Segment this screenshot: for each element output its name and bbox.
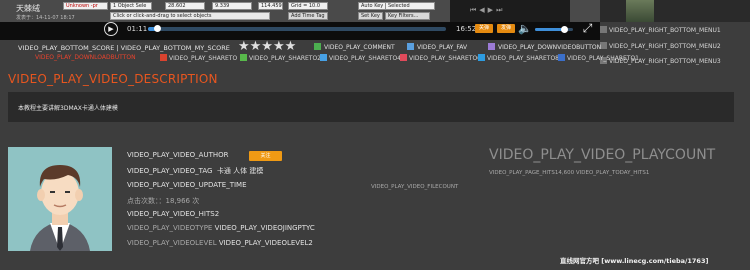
share-label: VIDEO_PLAY_SHARETO6 bbox=[409, 55, 481, 62]
author-name[interactable]: VIDEO_PLAY_VIDEO_AUTHOR bbox=[127, 151, 228, 159]
tag-values[interactable]: 卡通 人体 建模 bbox=[217, 167, 263, 175]
play-icon[interactable]: ▶ bbox=[104, 22, 118, 36]
download-course-button[interactable]: VIDEO_PLAY_DOWNLOADBUTTON bbox=[35, 54, 136, 61]
click-count: 点击次数：：18,966 次 bbox=[127, 197, 200, 205]
max-field: Grid = 10.0 bbox=[288, 2, 328, 10]
uploader-info: 天棘绒 发表于：14-11-07 18:17 bbox=[8, 3, 75, 21]
share-label: VIDEO_PLAY_SHARETO2 bbox=[249, 55, 321, 62]
max-field: 114.459 bbox=[258, 2, 283, 10]
share-icon bbox=[558, 54, 565, 61]
uploader-name[interactable]: 天棘绒 bbox=[16, 3, 40, 14]
right-menu-item[interactable]: VIDEO_PLAY_RIGHT_BOTTOM_MENU1 bbox=[600, 26, 721, 34]
share-item[interactable]: VIDEO_PLAY_SHARETO8 bbox=[478, 54, 559, 62]
progress-handle[interactable] bbox=[153, 25, 161, 32]
description-text: 本教程主要讲解3DMAX卡通人体建模 bbox=[18, 105, 118, 112]
comment-button[interactable]: VIDEO_PLAY_COMMENT bbox=[314, 43, 395, 51]
tag-row: VIDEO_PLAY_VIDEO_TAG 卡通 人体 建模 bbox=[127, 166, 263, 176]
download-icon bbox=[488, 43, 495, 50]
fav-button[interactable]: VIDEO_PLAY_FAV bbox=[407, 43, 467, 51]
max-field: 1 Object Sele bbox=[110, 2, 152, 10]
share-label: VIDEO_PLAY_SHARETO bbox=[169, 55, 238, 62]
favorite-icon bbox=[407, 43, 414, 50]
share-item[interactable]: VIDEO_PLAY_SHARETO4 bbox=[320, 54, 401, 62]
max-field: Unknown -pr bbox=[63, 2, 108, 10]
share-icon bbox=[240, 54, 247, 61]
comment-icon bbox=[314, 43, 321, 50]
right-menu-label: VIDEO_PLAY_RIGHT_BOTTOM_MENU1 bbox=[609, 27, 721, 34]
thumbnail-strip bbox=[600, 0, 750, 22]
video-level-value: VIDEO_PLAY_VIDEOLEVEL2 bbox=[218, 239, 313, 247]
max-field: 28.602 bbox=[165, 2, 205, 10]
share-label: VIDEO_PLAY_SHARETO4 bbox=[329, 55, 401, 62]
danmaku-send-button[interactable]: 发弹 bbox=[497, 24, 515, 33]
share-label: VIDEO_PLAY_SHARETO1 bbox=[567, 55, 639, 62]
video-level-row: VIDEO_PLAY_VIDEOLEVEL VIDEO_PLAY_VIDEOLE… bbox=[127, 239, 313, 247]
play-count: VIDEO_PLAY_VIDEO_PLAYCOUNT bbox=[489, 147, 716, 163]
post-date: 发表于：14-11-07 18:17 bbox=[16, 15, 75, 21]
download-video-label: VIDEO_PLAY_DOWNVIDEOBUTTON bbox=[498, 44, 602, 51]
max-field: Auto Key bbox=[358, 2, 386, 10]
file-count: VIDEO_PLAY_VIDEO_FILECOUNT bbox=[371, 184, 459, 190]
share-item[interactable]: VIDEO_PLAY_SHARETO6 bbox=[400, 54, 481, 62]
update-time: VIDEO_PLAY_VIDEO_UPDATE_TIME bbox=[127, 181, 247, 189]
max-button: Key Filters... bbox=[385, 12, 430, 20]
max-field: Selected bbox=[385, 2, 435, 10]
progress-bar[interactable] bbox=[148, 25, 446, 32]
fullscreen-icon[interactable]: ⤢ bbox=[580, 21, 595, 36]
page: 天棘绒 发表于：14-11-07 18:17 Unknown -pr 1 Obj… bbox=[0, 0, 750, 270]
thumbnail-image[interactable] bbox=[626, 0, 654, 22]
avatar-illustration bbox=[8, 147, 112, 251]
danmaku-off-button[interactable]: 关弹 bbox=[475, 24, 493, 33]
score-label: VIDEO_PLAY_BOTTOM_SCORE | VIDEO_PLAY_BOT… bbox=[18, 44, 230, 52]
share-item[interactable]: VIDEO_PLAY_SHARETO1 bbox=[558, 54, 639, 62]
video-level-label: VIDEO_PLAY_VIDEOLEVEL bbox=[127, 239, 217, 247]
video-type-value: VIDEO_PLAY_VIDEOJINGPTYC bbox=[214, 224, 315, 232]
menu-icon bbox=[600, 26, 607, 33]
share-item[interactable]: VIDEO_PLAY_SHARETO bbox=[160, 54, 237, 62]
volume-handle[interactable] bbox=[560, 26, 568, 33]
follow-button[interactable]: 关注 bbox=[249, 151, 282, 161]
video-type-label: VIDEO_PLAY_VIDEOTYPE bbox=[127, 224, 213, 232]
max-playback-icons: ⏮◀▶⏭ bbox=[470, 6, 506, 14]
total-time: 16:52 bbox=[456, 25, 477, 33]
fav-label: VIDEO_PLAY_FAV bbox=[417, 44, 468, 51]
volume-icon[interactable]: 🔈 bbox=[518, 22, 532, 36]
max-button: Add Time Tag bbox=[288, 12, 328, 20]
share-item[interactable]: VIDEO_PLAY_SHARETO2 bbox=[240, 54, 321, 62]
right-menu-item[interactable]: VIDEO_PLAY_RIGHT_BOTTOM_MENU2 bbox=[600, 42, 721, 50]
volume-fill bbox=[535, 28, 564, 31]
max-button: Set Key bbox=[358, 12, 383, 20]
current-time: 01:11 bbox=[127, 25, 148, 33]
share-icon bbox=[160, 54, 167, 61]
description-title: VIDEO_PLAY_VIDEO_DESCRIPTION bbox=[8, 72, 218, 86]
hits-row: VIDEO_PLAY_PAGE_HITS14,600 VIDEO_PLAY_TO… bbox=[489, 170, 650, 176]
max-field: 9.339 bbox=[212, 2, 252, 10]
share-icon bbox=[478, 54, 485, 61]
volume-slider[interactable] bbox=[535, 26, 573, 33]
author-avatar[interactable] bbox=[8, 147, 112, 251]
hits2: VIDEO_PLAY_VIDEO_HITS2 bbox=[127, 210, 220, 218]
watermark: 直线网官方吧 [www.linecg.com/tieba/1763] bbox=[560, 257, 709, 265]
download-video-button[interactable]: VIDEO_PLAY_DOWNVIDEOBUTTON bbox=[488, 43, 601, 51]
video-type-row: VIDEO_PLAY_VIDEOTYPE VIDEO_PLAY_VIDEOJIN… bbox=[127, 224, 315, 232]
share-icon bbox=[400, 54, 407, 61]
video-frame[interactable]: 天棘绒 发表于：14-11-07 18:17 Unknown -pr 1 Obj… bbox=[0, 0, 600, 22]
max-status-hint: Click or click-and-drag to select object… bbox=[110, 12, 270, 20]
tag-label: VIDEO_PLAY_VIDEO_TAG bbox=[127, 167, 213, 175]
share-label: VIDEO_PLAY_SHARETO8 bbox=[487, 55, 559, 62]
comment-label: VIDEO_PLAY_COMMENT bbox=[324, 44, 395, 51]
right-menu-label: VIDEO_PLAY_RIGHT_BOTTOM_MENU2 bbox=[609, 43, 721, 50]
share-icon bbox=[320, 54, 327, 61]
rating-stars[interactable]: ★★★★★ bbox=[238, 39, 296, 54]
